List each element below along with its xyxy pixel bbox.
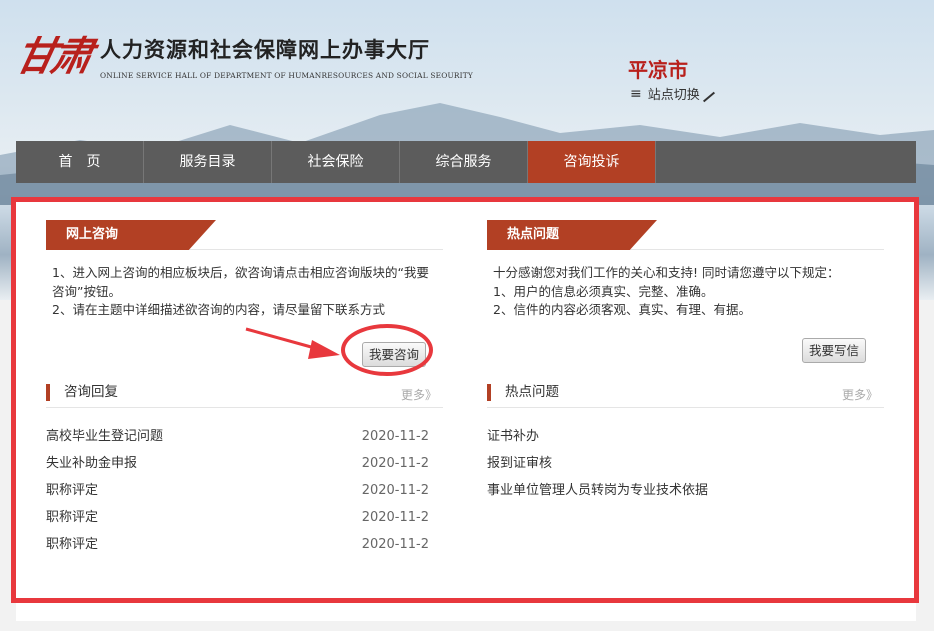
reply-title[interactable]: 职称评定	[46, 504, 98, 531]
consult-tab: 网上咨询	[46, 220, 216, 250]
content-panel: 网上咨询 1、进入网上咨询的相应板块后，欲咨询请点击相应咨询版块的“我要 咨询”…	[16, 202, 916, 602]
rule-line: 十分感谢您对我们工作的关心和支持! 同时请您遵守以下规定：	[493, 265, 840, 280]
hot-list-title: 热点问题	[487, 384, 559, 401]
site-switch-link[interactable]: ≡ 站点切换	[630, 84, 716, 103]
reply-date: 2020-11-2	[361, 483, 429, 498]
nav-consult-complaint[interactable]: 咨询投诉	[528, 141, 656, 183]
ask-question-button[interactable]: 我要咨询	[362, 342, 427, 367]
site-logo[interactable]: 甘肃 人力资源和社会保障网上办事大厅 ONLINE SERVICE HALL O…	[11, 33, 474, 80]
consult-replies-list: 高校毕业生登记问题 2020-11-2 失业补助金申报 2020-11-2 职称…	[46, 423, 443, 558]
hot-issues-header: 热点问题	[487, 220, 884, 250]
list-item: 证书补办	[487, 423, 884, 450]
hot-issues-section: 热点问题 十分感谢您对我们工作的关心和支持! 同时请您遵守以下规定： 1、用户的…	[487, 220, 884, 498]
write-letter-button[interactable]: 我要写信	[802, 338, 867, 363]
nav-service-catalog[interactable]: 服务目录	[144, 141, 272, 183]
consult-section: 网上咨询 1、进入网上咨询的相应板块后，欲咨询请点击相应咨询版块的“我要 咨询”…	[46, 220, 443, 552]
consult-header: 网上咨询	[46, 220, 443, 250]
reply-title[interactable]: 职称评定	[46, 477, 98, 504]
reply-title[interactable]: 职称评定	[46, 531, 98, 558]
hot-list-more-link[interactable]: 更多》	[842, 386, 878, 403]
nav-home[interactable]: 首 页	[16, 141, 144, 183]
site-switch-label: 站点切换	[647, 88, 700, 103]
site-title: 人力资源和社会保障网上办事大厅	[100, 37, 430, 62]
list-item: 事业单位管理人员转岗为专业技术依据	[487, 477, 884, 504]
annotation-arrow	[245, 327, 340, 359]
rule-line: 2、信件的内容必须客观、真实、有理、有据。	[493, 302, 751, 317]
nav-social-insurance[interactable]: 社会保险	[272, 141, 400, 183]
reply-title[interactable]: 高校毕业生登记问题	[46, 423, 163, 450]
consult-instructions: 1、进入网上咨询的相应板块后，欲咨询请点击相应咨询版块的“我要 咨询”按钮。 2…	[46, 264, 443, 320]
consult-replies-more-link[interactable]: 更多》	[401, 386, 437, 403]
list-item: 失业补助金申报 2020-11-2	[46, 450, 443, 477]
nav-comprehensive-services[interactable]: 综合服务	[400, 141, 528, 183]
reply-date: 2020-11-2	[361, 429, 429, 444]
reply-title[interactable]: 失业补助金申报	[46, 450, 137, 477]
hot-list-header: 热点问题 更多》	[487, 382, 884, 408]
consult-replies-header: 咨询回复 更多》	[46, 382, 443, 408]
hot-issue-title[interactable]: 事业单位管理人员转岗为专业技术依据	[487, 477, 708, 504]
menu-icon: ≡	[630, 85, 642, 102]
rule-line: 1、用户的信息必须真实、完整、准确。	[493, 283, 714, 299]
site-subtitle: ONLINE SERVICE HALL OF DEPARTMENT OF HUM…	[100, 71, 474, 80]
main-nav: 首 页 服务目录 社会保险 综合服务 咨询投诉	[16, 141, 916, 183]
hot-issue-title[interactable]: 报到证审核	[487, 450, 552, 477]
hot-issues-rules: 十分感谢您对我们工作的关心和支持! 同时请您遵守以下规定： 1、用户的信息必须真…	[487, 264, 884, 320]
consult-replies-title: 咨询回复	[46, 384, 118, 401]
consult-instruction-line: 咨询”按钮。	[52, 283, 121, 299]
hot-issues-list: 证书补办 报到证审核 事业单位管理人员转岗为专业技术依据	[487, 423, 884, 504]
list-item: 职称评定 2020-11-2	[46, 477, 443, 504]
logo-mark: 甘肃	[11, 33, 94, 80]
reply-date: 2020-11-2	[361, 537, 429, 552]
reply-date: 2020-11-2	[361, 456, 429, 471]
consult-instruction-line: 1、进入网上咨询的相应板块后，欲咨询请点击相应咨询版块的“我要	[52, 265, 429, 280]
hot-issue-title[interactable]: 证书补办	[487, 423, 539, 450]
slash-icon	[702, 91, 715, 102]
footer-strip	[16, 603, 916, 621]
hot-issues-tab: 热点问题	[487, 220, 657, 250]
list-item: 职称评定 2020-11-2	[46, 531, 443, 558]
list-item: 报到证审核	[487, 450, 884, 477]
consult-instruction-line: 2、请在主题中详细描述欲咨询的内容，请尽量留下联系方式	[52, 302, 385, 317]
current-city: 平凉市	[628, 58, 688, 82]
reply-date: 2020-11-2	[361, 510, 429, 525]
list-item: 职称评定 2020-11-2	[46, 504, 443, 531]
list-item: 高校毕业生登记问题 2020-11-2	[46, 423, 443, 450]
